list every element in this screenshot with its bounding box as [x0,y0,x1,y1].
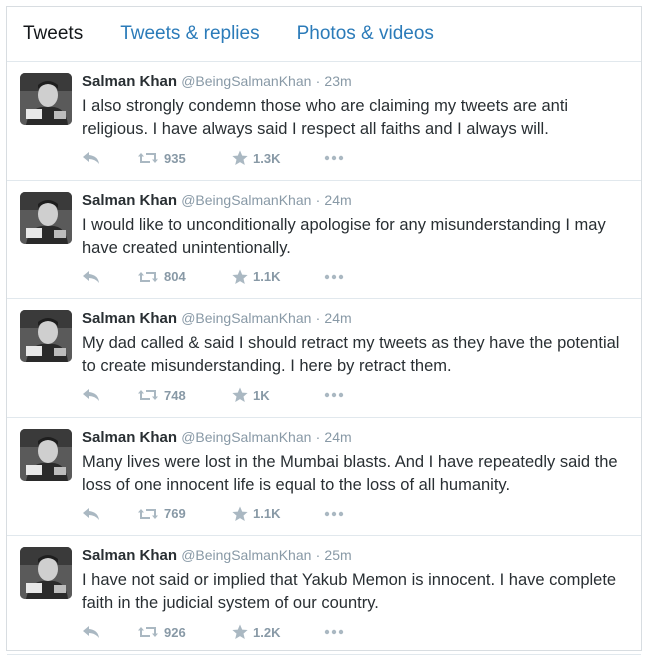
favorite-count: 1.1K [253,269,281,284]
favorite-button[interactable]: 1.2K [232,624,324,640]
retweet-count: 769 [164,506,186,521]
retweet-count: 926 [164,624,186,640]
more-button[interactable] [324,392,354,398]
timestamp[interactable]: 23m [324,73,351,89]
author-handle[interactable]: @BeingSalmanKhan [181,192,311,208]
tweet-text: I would like to unconditionally apologis… [82,215,606,257]
retweet-count: 804 [164,269,186,284]
timestamp[interactable]: 24m [324,429,351,445]
separator-dot: · [315,547,321,563]
retweet-icon [138,390,158,400]
avatar[interactable] [20,310,72,362]
tweet-actions: 926 1.2K [82,624,354,640]
more-dots-icon [324,511,344,516]
retweet-count: 935 [164,150,186,166]
star-icon [232,624,248,639]
author-name[interactable]: Salman Khan [82,547,177,564]
reply-button[interactable] [82,151,137,165]
author-handle[interactable]: @BeingSalmanKhan [181,547,311,563]
tweet-actions: 769 1.1K [82,506,354,522]
timestamp[interactable]: 25m [324,547,351,563]
avatar[interactable] [20,191,72,244]
timeline-panel: Tweets Tweets & replies Photos & videos … [6,6,642,655]
reply-icon [83,626,99,638]
star-icon [232,506,248,521]
retweet-button[interactable]: 926 [137,625,232,640]
tweet[interactable]: Salman Khan @BeingSalmanKhan · 25m I hav… [7,536,641,655]
author-name[interactable]: Salman Khan [82,192,177,209]
star-icon [232,150,248,165]
separator-dot: · [315,428,321,445]
retweet-button[interactable]: 804 [137,269,232,284]
favorite-button[interactable]: 1.1K [232,506,324,522]
more-dots-icon [324,392,344,398]
retweet-icon [138,153,158,163]
reply-icon [83,270,99,283]
retweet-icon [138,508,158,519]
tweet[interactable]: Salman Khan @BeingSalmanKhan · 24m Many … [7,418,641,536]
author-handle[interactable]: @BeingSalmanKhan [181,429,311,445]
tweet-text: I also strongly condemn those who are cl… [82,97,569,138]
tweet-actions: 935 1.3K [82,150,354,166]
tab-photos-videos[interactable]: Photos & videos [297,23,434,45]
reply-icon [83,389,99,401]
separator-dot: · [315,191,321,208]
retweet-button[interactable]: 769 [137,506,232,521]
tweet[interactable]: Salman Khan @BeingSalmanKhan · 23m I als… [7,62,641,181]
favorite-count: 1.2K [253,624,281,640]
retweet-button[interactable]: 748 [137,388,232,403]
tab-tweets-replies[interactable]: Tweets & replies [120,23,259,45]
reply-button[interactable] [82,625,137,639]
favorite-count: 1.3K [253,150,281,166]
reply-button[interactable] [82,507,137,521]
favorite-button[interactable]: 1.3K [232,150,324,166]
author-name[interactable]: Salman Khan [82,429,177,446]
author-name[interactable]: Salman Khan [82,310,177,327]
timestamp[interactable]: 24m [324,310,351,326]
reply-button[interactable] [82,270,137,284]
tweet-actions: 804 1.1K [82,269,354,285]
author-name[interactable]: Salman Khan [82,73,177,90]
favorite-count: 1K [253,387,270,403]
author-handle[interactable]: @BeingSalmanKhan [181,310,311,326]
reply-button[interactable] [82,388,137,402]
timestamp[interactable]: 24m [324,192,351,208]
more-button[interactable] [324,155,354,161]
tweet-actions: 748 1K [82,387,354,403]
tweet[interactable]: Salman Khan @BeingSalmanKhan · 24m I wou… [7,181,641,299]
separator-dot: · [315,310,321,326]
retweet-icon [138,271,158,282]
profile-tabs: Tweets Tweets & replies Photos & videos [7,7,641,62]
separator-dot: · [315,73,321,89]
tweet-text: I have not said or implied that Yakub Me… [82,571,617,612]
tweet[interactable]: Salman Khan @BeingSalmanKhan · 24m My da… [7,299,641,418]
author-handle[interactable]: @BeingSalmanKhan [181,73,311,89]
favorite-count: 1.1K [253,506,281,521]
more-dots-icon [324,155,344,161]
avatar[interactable] [20,73,72,125]
tweet-list: Salman Khan @BeingSalmanKhan · 23m I als… [7,62,641,655]
tweet-text: My dad called & said I should retract my… [82,334,620,375]
tab-tweets[interactable]: Tweets [23,23,83,45]
more-dots-icon [324,629,344,635]
more-button[interactable] [324,274,354,280]
favorite-button[interactable]: 1K [232,387,324,403]
avatar[interactable] [20,547,72,599]
reply-icon [83,152,99,164]
retweet-button[interactable]: 935 [137,151,232,166]
reply-icon [83,507,99,520]
star-icon [232,269,248,284]
retweet-icon [138,627,158,637]
star-icon [232,387,248,402]
retweet-count: 748 [164,387,186,403]
more-button[interactable] [324,629,354,635]
more-button[interactable] [324,511,354,517]
more-dots-icon [324,274,344,279]
avatar[interactable] [20,428,72,481]
tweet-text: Many lives were lost in the Mumbai blast… [82,452,618,494]
favorite-button[interactable]: 1.1K [232,269,324,285]
